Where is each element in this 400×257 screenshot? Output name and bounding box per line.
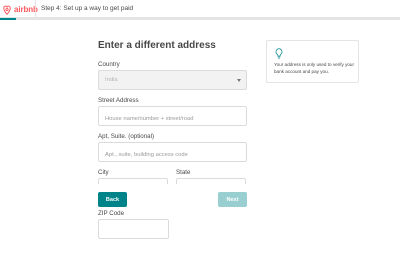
state-label: State [176, 169, 191, 176]
country-value: India [105, 77, 118, 83]
apt-field-wrapper [98, 142, 247, 164]
lightbulb-icon [275, 48, 283, 59]
zip-label: ZIP Code [98, 210, 125, 217]
next-button[interactable]: Next [218, 192, 247, 207]
progress-bar [0, 18, 400, 20]
progress-fill [0, 18, 16, 20]
header-divider [35, 0, 36, 18]
zip-code-input[interactable] [99, 223, 168, 241]
street-field-wrapper [98, 106, 247, 128]
zip-field-wrapper [98, 219, 169, 241]
street-label: Street Address [98, 97, 139, 104]
apt-label: Apt, Suite. (optional) [98, 133, 155, 140]
street-address-input[interactable] [99, 110, 246, 128]
airbnb-belo-icon [3, 4, 11, 15]
back-button[interactable]: Back [98, 192, 127, 207]
chevron-down-icon [237, 79, 241, 82]
info-card: Your address is only used to verify your… [266, 40, 359, 83]
airbnb-logo[interactable]: airbnb [2, 3, 38, 15]
country-label: Country [98, 61, 120, 68]
country-select[interactable]: India [98, 70, 247, 90]
city-input[interactable] [98, 178, 168, 184]
top-bar: airbnb Step 4: Set up a way to get paid [0, 0, 400, 18]
apt-suite-input[interactable] [99, 146, 246, 164]
step-title: Step 4: Set up a way to get paid [41, 5, 134, 12]
page-title: Enter a different address [98, 40, 216, 51]
info-text: Your address is only used to verify your… [274, 62, 355, 74]
city-label: City [98, 169, 109, 176]
state-input[interactable] [176, 178, 246, 184]
